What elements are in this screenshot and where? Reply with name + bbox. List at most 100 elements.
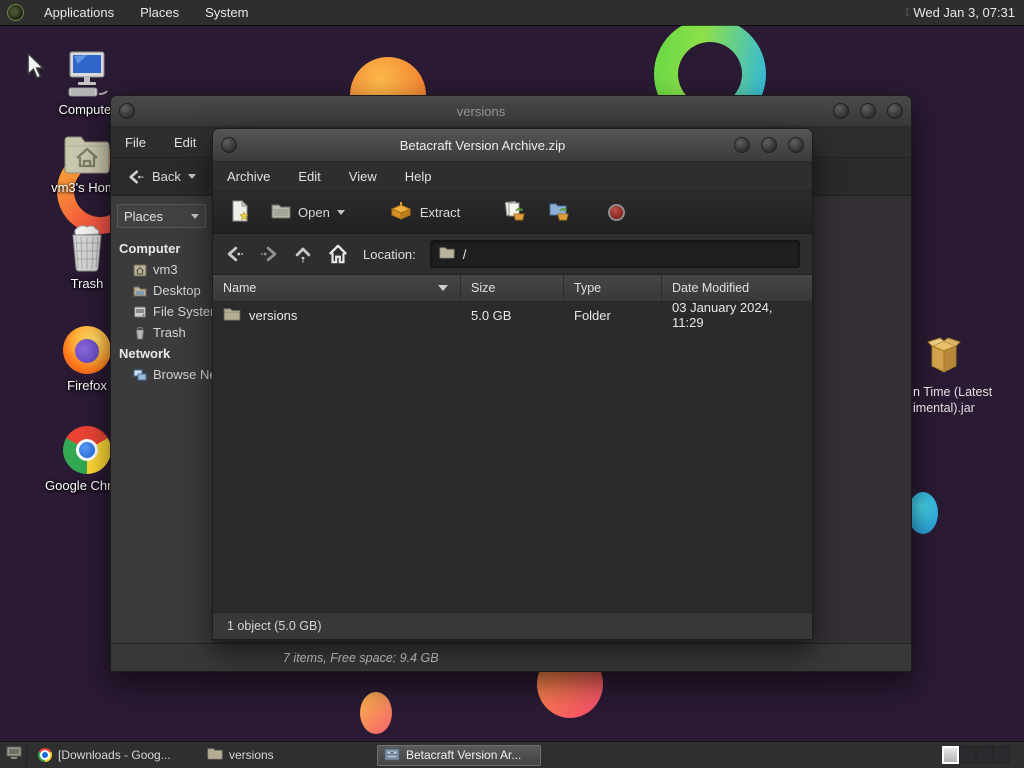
partial-file-label-line1: n Time (Latest	[913, 385, 993, 399]
open-dropdown-caret[interactable]	[336, 209, 345, 215]
row-type: Folder	[574, 307, 611, 323]
menu-view[interactable]: View	[335, 162, 391, 190]
folder-icon	[439, 246, 455, 262]
open-button[interactable]: Open	[265, 200, 351, 225]
archive-manager-toolbar: Open Extract	[213, 191, 812, 234]
location-bar: Location: /	[213, 234, 812, 275]
window-menu-button[interactable]	[119, 103, 135, 119]
window-menu-button[interactable]	[221, 137, 237, 153]
window-title: Betacraft Version Archive.zip	[399, 137, 566, 153]
new-archive-icon	[231, 199, 249, 225]
workspace-4[interactable]	[993, 746, 1010, 764]
location-value: /	[462, 246, 467, 262]
bottom-taskbar: [Downloads - Goog... versions Betacraft …	[0, 741, 1024, 768]
extract-button[interactable]: Extract	[383, 199, 466, 226]
distro-logo[interactable]	[7, 4, 24, 21]
table-row[interactable]: versions 5.0 GB Folder 03 January 2024, …	[213, 300, 812, 330]
mouse-cursor	[26, 51, 45, 85]
desktop-root: Computer vm3's Home Trash Firefox Google…	[0, 0, 1024, 768]
wallpaper-dot	[908, 492, 938, 534]
menu-help[interactable]: Help	[391, 162, 446, 190]
minimize-button[interactable]	[833, 103, 849, 119]
menu-file[interactable]: File	[111, 127, 160, 157]
extract-icon	[389, 201, 413, 223]
archive-manager-window: Betacraft Version Archive.zip Archive Ed…	[212, 128, 813, 640]
menu-applications[interactable]: Applications	[31, 0, 127, 25]
menu-places[interactable]: Places	[127, 0, 192, 25]
partial-file-item[interactable]: n Time (Latest imental).jar	[913, 336, 1013, 416]
back-arrow-icon[interactable]	[225, 244, 245, 264]
archive-file-list[interactable]: versions 5.0 GB Folder 03 January 2024, …	[213, 300, 812, 612]
sidebar-mode-select[interactable]: Places	[117, 204, 206, 228]
clock[interactable]: Wed Jan 3, 07:31	[913, 5, 1024, 20]
partial-file-label-line2: imental).jar	[913, 401, 975, 415]
minimize-button[interactable]	[734, 137, 750, 153]
workspace-switcher	[942, 746, 1010, 764]
workspace-3[interactable]	[976, 746, 993, 764]
close-button[interactable]	[788, 137, 804, 153]
computer-icon	[45, 48, 129, 98]
taskbar-item-chrome-downloads[interactable]: [Downloads - Goog...	[32, 745, 196, 766]
folder-icon	[223, 307, 241, 324]
up-arrow-icon[interactable]	[293, 244, 313, 264]
folder-icon	[207, 747, 223, 763]
add-files-button[interactable]	[498, 198, 532, 227]
row-size: 5.0 GB	[471, 307, 512, 323]
row-date-modified: 03 January 2024, 11:29	[672, 300, 773, 330]
column-header-type[interactable]: Type	[564, 275, 662, 301]
maximize-button[interactable]	[761, 137, 777, 153]
sidebar-mode-label: Places	[124, 208, 164, 224]
back-history-caret[interactable]	[187, 174, 196, 179]
column-headers: Name Size Type Date Modified	[213, 275, 812, 302]
back-button[interactable]: Back	[119, 165, 204, 189]
back-arrow-icon	[127, 168, 145, 186]
location-input[interactable]: /	[429, 240, 800, 268]
add-folder-icon	[548, 201, 570, 224]
open-label: Open	[298, 204, 330, 220]
browse-network-icon	[133, 368, 147, 382]
filesystem-icon	[133, 305, 147, 319]
maximize-button[interactable]	[860, 103, 876, 119]
show-desktop-icon	[6, 746, 22, 765]
menu-archive[interactable]: Archive	[213, 162, 284, 190]
new-archive-button[interactable]	[225, 197, 255, 228]
home-icon[interactable]	[327, 244, 349, 264]
sidebar-item-desktop[interactable]: Desktop	[111, 280, 212, 301]
taskbar-item-versions[interactable]: versions	[201, 745, 365, 766]
sidebar-item-home[interactable]: vm3	[111, 259, 212, 280]
extract-label: Extract	[419, 204, 461, 220]
sidebar-item-computer[interactable]: Computer	[111, 238, 212, 259]
wallpaper-dot	[360, 692, 392, 734]
stop-button[interactable]	[602, 201, 631, 224]
archive-manager-statusbar: 1 object (5.0 GB)	[213, 612, 812, 639]
add-folder-button[interactable]	[542, 198, 576, 227]
window-title: versions	[456, 103, 506, 119]
archive-manager-titlebar[interactable]: Betacraft Version Archive.zip	[213, 129, 812, 162]
file-manager-titlebar[interactable]: versions	[111, 96, 911, 127]
chevron-down-icon	[191, 213, 199, 219]
panel-grip-handle[interactable]: ⁞⁞	[905, 7, 909, 19]
sidebar-item-browse-network[interactable]: Browse Network	[111, 364, 212, 385]
row-name: versions	[249, 307, 298, 323]
column-header-date-modified[interactable]: Date Modified	[662, 275, 812, 301]
column-header-size[interactable]: Size	[461, 275, 564, 301]
show-desktop-button[interactable]	[2, 744, 27, 766]
sort-desc-icon	[438, 285, 448, 291]
sidebar-item-network[interactable]: Network	[111, 343, 212, 364]
column-header-name[interactable]: Name	[213, 275, 461, 301]
stop-icon	[608, 203, 626, 221]
sidebar-item-filesystem[interactable]: File System	[111, 301, 212, 322]
menu-edit[interactable]: Edit	[160, 127, 210, 157]
places-sidebar: Places Computer vm3 Desktop File Syste T…	[111, 196, 213, 643]
workspace-2[interactable]	[959, 746, 976, 764]
sidebar-item-trash[interactable]: Trash	[111, 322, 212, 343]
menu-system[interactable]: System	[192, 0, 261, 25]
close-button[interactable]	[887, 103, 903, 119]
top-panel: Applications Places System ⁞⁞ Wed Jan 3,…	[0, 0, 1024, 25]
workspace-1[interactable]	[942, 746, 959, 764]
taskbar-item-archive-manager[interactable]: Betacraft Version Ar...	[377, 744, 541, 766]
menu-edit[interactable]: Edit	[284, 162, 334, 190]
forward-arrow-icon[interactable]	[259, 244, 279, 264]
chrome-icon	[38, 748, 52, 762]
file-manager-statusbar: 7 items, Free space: 9.4 GB	[111, 643, 911, 671]
